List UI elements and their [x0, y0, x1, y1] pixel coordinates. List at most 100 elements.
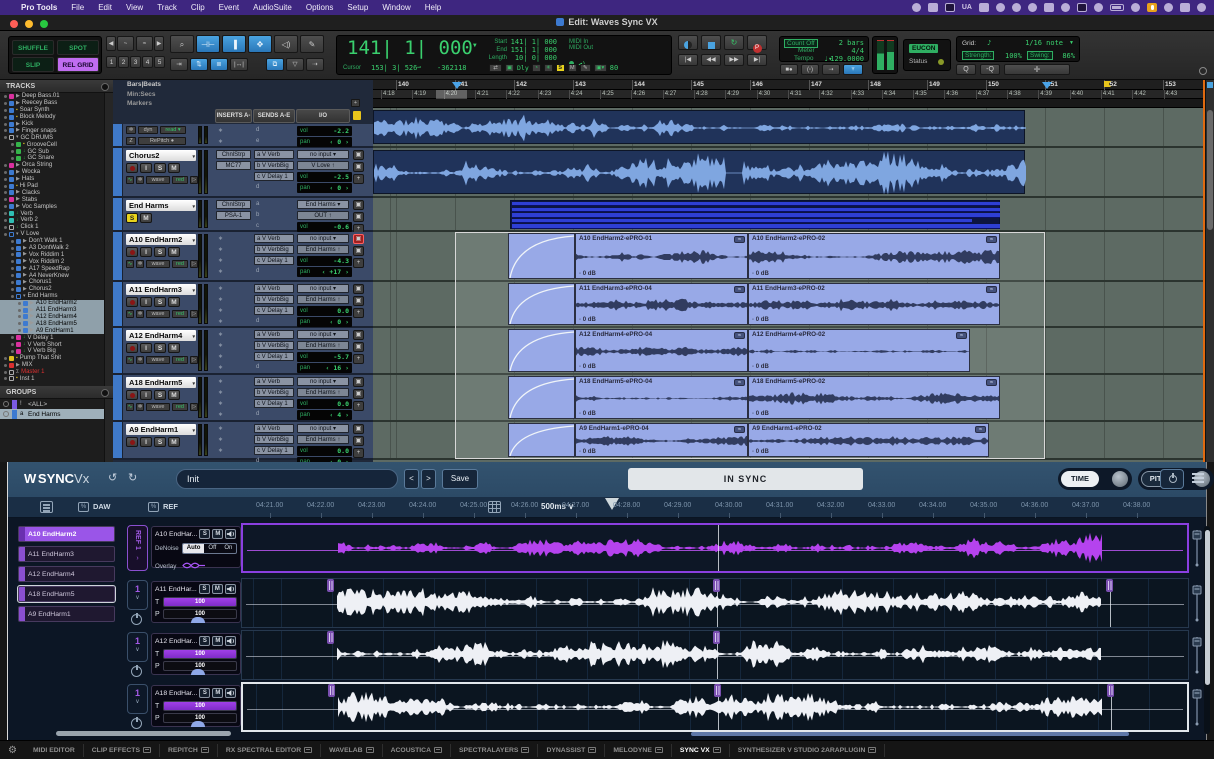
track-select-strip[interactable]	[113, 124, 123, 146]
zoom-preset-5[interactable]: 5	[154, 56, 165, 68]
track-list-item[interactable]: ↓V Verb Big	[0, 348, 104, 355]
start-value[interactable]: 141| 1| 000	[509, 38, 557, 46]
insert-empty-slot[interactable]: ∗	[218, 257, 223, 264]
expand-icon[interactable]: ▷	[190, 176, 198, 184]
taskbar-item-rx-spectral-editor[interactable]: RX SPECTRAL EDITOR	[218, 744, 321, 757]
send-empty-slot[interactable]: d	[256, 184, 259, 190]
track-show-dot[interactable]	[11, 150, 14, 153]
columns-icon[interactable]	[928, 3, 938, 12]
time-amount-slider[interactable]: 100	[163, 701, 237, 711]
row-mute-button[interactable]: M	[212, 529, 223, 539]
selection-out-marker[interactable]	[1042, 82, 1052, 89]
volume-display[interactable]: vol-0.6	[297, 222, 352, 232]
volume-display[interactable]: vol0.0	[297, 399, 352, 409]
edit-vscroll-thumb[interactable]	[1207, 110, 1213, 230]
track-m-button[interactable]: M	[168, 437, 180, 447]
send-empty-slot[interactable]: a	[256, 201, 259, 207]
pan-display[interactable]: pan‹ 16 ›	[297, 363, 352, 373]
track-control-row[interactable]: End Harms▾SMChnlStrpPSA-1abcEnd Harms ▾O…	[113, 198, 373, 232]
record-enable-button[interactable]	[126, 297, 138, 307]
send-slot[interactable]: a V Verb	[254, 330, 294, 339]
taskbar-item-acoustica[interactable]: ACOUSTICA	[383, 744, 451, 757]
automation-read-button[interactable]: read ▾	[160, 126, 186, 134]
call-icon[interactable]	[1012, 3, 1021, 12]
go-to-end-button[interactable]: ▶|	[747, 54, 767, 66]
link-track-button[interactable]: ▽	[286, 58, 304, 71]
edit-vscrollbar[interactable]	[1205, 80, 1214, 462]
pencil-tool[interactable]: ✎	[300, 35, 324, 53]
insert-empty-slot[interactable]: ∗	[218, 389, 223, 396]
track-show-dot[interactable]	[4, 212, 7, 215]
track-select-strip[interactable]	[113, 282, 123, 326]
row-power-icon[interactable]	[131, 614, 142, 625]
record-enable-button[interactable]	[126, 247, 138, 257]
track-show-dot[interactable]	[18, 309, 21, 312]
group-dropdown-icon[interactable]: ∨	[128, 646, 147, 653]
track-list-item[interactable]: ↓Click 1	[0, 224, 104, 231]
track-show-dot[interactable]	[4, 357, 7, 360]
zoom-preset-3[interactable]: 3	[130, 56, 141, 68]
grid-note-dropdown-icon[interactable]: ▼	[1069, 40, 1074, 46]
row-expand-handle[interactable]	[191, 721, 205, 727]
send-slot[interactable]: b V VerbBig	[254, 341, 294, 350]
send-empty-slot[interactable]: d	[256, 318, 259, 324]
clock-icon[interactable]	[1197, 3, 1206, 12]
mirror-icon[interactable]: ✳	[544, 64, 553, 72]
track-list-item[interactable]: ▶Vox Riddim 1	[0, 251, 104, 258]
syncvx-wave-row[interactable]	[241, 578, 1189, 628]
freeze-icon[interactable]: ✲	[136, 403, 144, 411]
track-show-dot[interactable]	[4, 95, 7, 98]
comments-button[interactable]: ▣	[353, 436, 364, 446]
account-icon[interactable]	[1180, 3, 1190, 12]
overlay-icon[interactable]	[182, 557, 206, 575]
track-name-box[interactable]: A11 EndHarm3▾	[126, 284, 196, 295]
send-empty-slot[interactable]: d	[256, 364, 259, 370]
track-name-box[interactable]: Chorus2▾	[126, 150, 196, 161]
track-i-button[interactable]: I	[140, 343, 152, 353]
track-list-item[interactable]: ▶Don't Walk 1	[0, 238, 104, 245]
input-selector[interactable]: no input ▾	[297, 284, 349, 293]
track-control-row[interactable]: A12 EndHarm4▾ISM∿✲wavered▷∗∗∗∗a V Verbb …	[113, 328, 373, 375]
send-slot[interactable]: b V VerbBig	[254, 295, 294, 304]
track-list-item[interactable]: ▪Pump That Shit	[0, 355, 104, 362]
tracks-scrollbar[interactable]	[104, 93, 113, 462]
volume-display[interactable]: vol-2.2	[297, 126, 352, 136]
tracks-menu-icon[interactable]	[101, 83, 109, 91]
track-s-button[interactable]: S	[126, 213, 138, 223]
mode-rel-grid[interactable]: REL GRID	[57, 57, 99, 72]
syncvx-vscroll-thumb[interactable]	[1205, 530, 1210, 685]
mirror-midi-button[interactable]: ⇅	[190, 58, 208, 71]
timebase-icon[interactable]: ∿	[126, 356, 134, 364]
insert-empty-slot[interactable]: ∗	[218, 127, 223, 134]
zoom-preset-1[interactable]: 1	[106, 56, 117, 68]
track-list-item[interactable]: ↓Verb 2	[0, 217, 104, 224]
input-selector[interactable]: no input ▾	[297, 234, 349, 243]
group-dropdown-icon[interactable]: ∨	[128, 698, 147, 705]
track-view-selector[interactable]: wave	[146, 310, 170, 318]
menu-clip[interactable]: Clip	[184, 3, 212, 12]
insert-empty-slot[interactable]: ∗	[218, 296, 223, 303]
track-list-item[interactable]: ▾GC DRUMS	[0, 134, 104, 141]
zoom-wave-out[interactable]: ~	[117, 36, 134, 51]
freeze-icon[interactable]: ✲	[136, 176, 144, 184]
taskbar-item-dynassist[interactable]: DYNASSIST	[538, 744, 605, 757]
expand-icon[interactable]: ▷	[190, 403, 198, 411]
send-slot[interactable]: b V VerbBig	[254, 435, 294, 444]
track-s-button[interactable]: S	[154, 297, 166, 307]
row-speaker-button[interactable]	[225, 688, 236, 698]
stop-button[interactable]	[701, 35, 721, 50]
track-show-dot[interactable]	[4, 219, 7, 222]
track-name-box[interactable]: A18 EndHarm5▾	[126, 377, 196, 388]
track-s-button[interactable]: S	[154, 437, 166, 447]
insert-empty-slot[interactable]: ∗	[218, 307, 223, 314]
send-slot[interactable]: a V Verb	[254, 377, 294, 386]
menu-view[interactable]: View	[119, 3, 150, 12]
ua-label[interactable]: UA	[962, 4, 972, 11]
redo-icon[interactable]: ↻	[128, 471, 137, 484]
save-preset-button[interactable]: Save	[442, 469, 478, 489]
track-show-dot[interactable]	[4, 136, 7, 139]
playlist-selector[interactable]: red	[172, 356, 188, 364]
row-power-icon[interactable]	[131, 718, 142, 729]
drive-icon[interactable]	[979, 3, 989, 12]
track-list-item[interactable]: ▶A17 SpeedRap	[0, 265, 104, 272]
